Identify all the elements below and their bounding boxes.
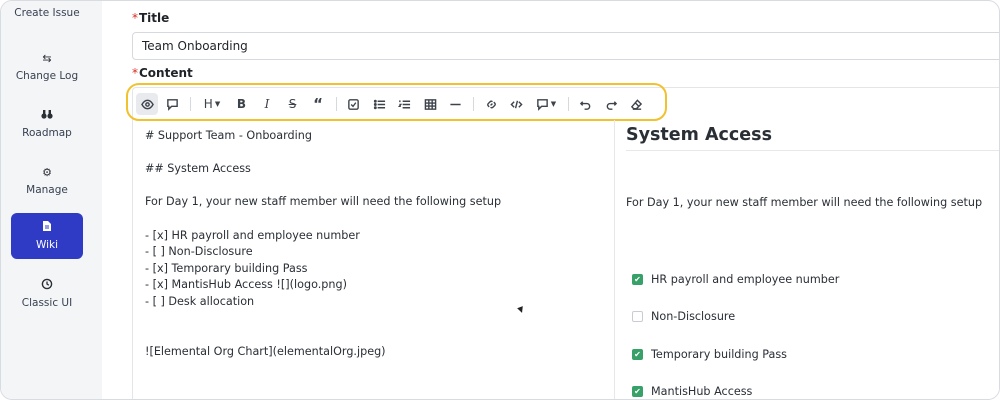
editor-toolbar: H ▼ B I S “ ▼	[136, 91, 651, 117]
comment-icon	[167, 98, 178, 111]
source-line: - [ ] Non-Disclosure	[145, 245, 253, 258]
task-list-button[interactable]	[343, 93, 365, 115]
source-line: For Day 1, your new staff member will ne…	[145, 195, 502, 208]
italic-button[interactable]: I	[256, 93, 278, 115]
source-line: # Support Team - Onboarding	[145, 129, 312, 142]
heading-rule	[626, 150, 999, 151]
source-line: - [x] Temporary building Pass	[145, 262, 308, 275]
horizontal-rule-button[interactable]	[445, 93, 467, 115]
markdown-editor: H ▼ B I S “ ▼ # Support Team - Onboardin…	[126, 83, 999, 399]
sidebar-item-wiki[interactable]: Wiki	[11, 213, 83, 259]
toolbar-divider	[335, 97, 337, 111]
code-button[interactable]	[506, 93, 528, 115]
source-line: - [x] HR payroll and employee number	[145, 229, 360, 242]
bullet-list-button[interactable]	[368, 93, 390, 115]
eraser-icon	[630, 98, 643, 110]
task-item: ✔ Temporary building Pass	[632, 348, 787, 361]
horizontal-rule-icon	[450, 103, 461, 105]
title-input[interactable]: Team Onboarding	[132, 32, 999, 60]
required-mark: *	[132, 11, 138, 25]
table-button[interactable]	[419, 93, 441, 115]
italic-icon: I	[264, 97, 270, 111]
checkbox-icon	[348, 98, 359, 110]
undo-icon	[579, 100, 591, 110]
sidebar-item-manage[interactable]: ⚙ Manage	[11, 158, 83, 204]
task-label: Temporary building Pass	[651, 348, 788, 361]
toolbar-divider	[567, 97, 569, 111]
task-checkbox[interactable]	[632, 311, 643, 322]
task-checkbox[interactable]: ✔	[632, 349, 643, 360]
source-line: ![Elemental Org Chart](elementalOrg.jpeg…	[145, 345, 386, 358]
ordered-list-button[interactable]	[394, 93, 416, 115]
source-line: - [x] MantisHub Access ![](logo.png)	[145, 278, 347, 291]
history-icon	[11, 278, 83, 294]
sidebar-item-classic-ui[interactable]: Classic UI	[11, 271, 83, 317]
link-icon	[486, 100, 496, 108]
sidebar-item-roadmap[interactable]: Roadmap	[11, 101, 83, 147]
strikethrough-icon: S	[288, 97, 297, 111]
preview-paragraph: For Day 1, your new staff member will ne…	[626, 196, 983, 209]
sidebar-item-label: Classic UI	[21, 297, 73, 309]
markdown-preview: System Access For Day 1, your new staff …	[626, 120, 999, 399]
document-icon	[11, 220, 83, 236]
comment-button[interactable]	[162, 93, 184, 115]
task-checkbox[interactable]: ✔	[632, 386, 643, 397]
swap-arrows-icon: ⇆	[42, 52, 52, 65]
eye-icon	[140, 99, 154, 109]
source-line: - [ ] Desk allocation	[145, 295, 255, 308]
sidebar-item-label: Wiki	[35, 239, 59, 251]
undo-button[interactable]	[575, 93, 597, 115]
quote-icon: “	[313, 95, 323, 113]
chevron-down-icon: ▼	[550, 100, 557, 108]
bold-icon: B	[236, 97, 247, 111]
sidebar-item-label: Change Log	[15, 70, 79, 82]
task-label: MantisHub Access	[651, 385, 753, 398]
task-item: Non-Disclosure	[632, 310, 735, 323]
task-checkbox[interactable]: ✔	[632, 274, 643, 285]
content-label: *Content	[132, 66, 193, 80]
sidebar-item-change-log[interactable]: ⇆ Change Log	[11, 44, 83, 90]
redo-icon	[606, 100, 617, 110]
toolbar-divider	[473, 97, 474, 111]
title-label: *Title	[132, 11, 170, 25]
link-button[interactable]	[480, 93, 502, 115]
code-icon	[510, 100, 523, 108]
preview-toggle-button[interactable]	[136, 93, 158, 115]
table-icon	[424, 98, 436, 110]
sidebar: Create Issue ⇆ Change Log Roadmap ⚙ Mana…	[1, 1, 102, 399]
strikethrough-button[interactable]: S	[282, 93, 304, 115]
bullet-list-icon	[373, 99, 385, 109]
chevron-down-icon: ▼	[214, 100, 221, 108]
comment-dropdown-button[interactable]: ▼	[531, 93, 561, 115]
clear-format-button[interactable]	[626, 93, 648, 115]
required-mark: *	[132, 66, 138, 80]
binoculars-icon	[11, 108, 83, 124]
task-label: HR payroll and employee number	[651, 273, 840, 286]
sidebar-item-label: Manage	[26, 184, 68, 196]
task-item: ✔ HR payroll and employee number	[632, 273, 839, 286]
redo-button[interactable]	[600, 93, 622, 115]
heading-icon: H	[203, 97, 213, 111]
comment-icon	[536, 98, 548, 111]
sidebar-item-label: Roadmap	[22, 127, 72, 139]
heading-button[interactable]: H ▼	[197, 93, 227, 115]
toolbar-divider	[190, 97, 191, 111]
sidebar-item-create-issue[interactable]: Create Issue	[1, 7, 93, 19]
main-content: *Title Team Onboarding *Content H▼ B I	[102, 1, 999, 399]
source-line: ## System Access	[145, 162, 251, 175]
app-window: Create Issue ⇆ Change Log Roadmap ⚙ Mana…	[0, 0, 1000, 400]
gears-icon: ⚙	[42, 166, 52, 179]
sidebar-item-label: Create Issue	[14, 7, 80, 19]
bold-button[interactable]: B	[231, 93, 253, 115]
preview-heading: System Access	[626, 125, 772, 145]
task-label: Non-Disclosure	[651, 310, 736, 323]
pane-divider[interactable]	[614, 120, 615, 399]
task-item: ✔ MantisHub Access	[632, 385, 752, 398]
ordered-list-icon	[398, 99, 411, 108]
quote-button[interactable]: “	[307, 93, 329, 115]
